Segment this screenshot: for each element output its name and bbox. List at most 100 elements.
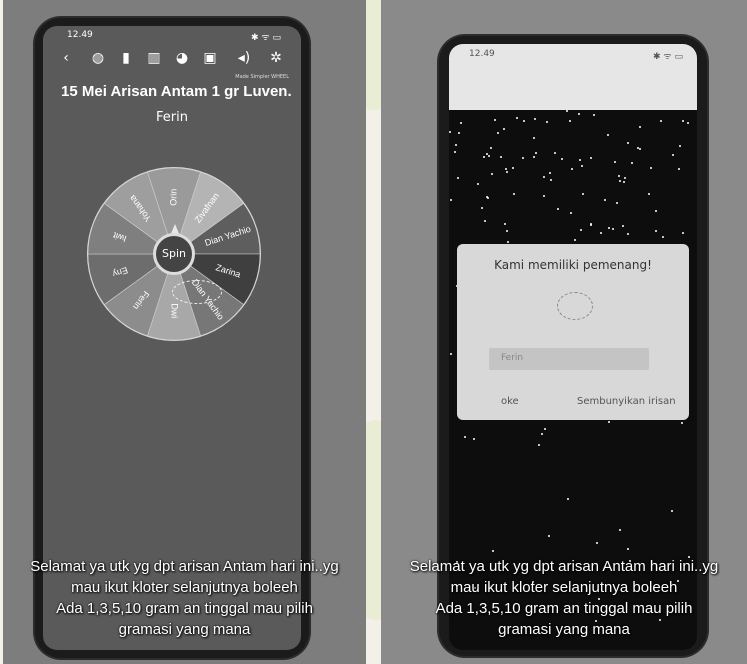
confetti-dot [681, 232, 684, 235]
confetti-dot [574, 238, 577, 241]
ok-button[interactable]: oke [501, 396, 519, 407]
confetti-dot [631, 162, 634, 165]
confetti-dot [589, 156, 592, 159]
confetti-dot [616, 201, 619, 204]
confetti-dot [672, 153, 675, 156]
confetti-dot [454, 144, 457, 147]
wheel-segment-label: Dwi [170, 303, 180, 318]
confetti-dot [593, 113, 596, 116]
confetti-dot [606, 133, 609, 136]
confetti-dot [596, 541, 599, 544]
confetti-dot [504, 167, 507, 170]
confetti-dot [622, 224, 625, 227]
confetti-dot [661, 235, 664, 238]
dialog-title: Kami memiliki pemenang! [494, 258, 652, 272]
caption-line: Ada 1,3,5,10 gram an tinggal mau pilih [56, 600, 313, 617]
confetti-dot [611, 227, 614, 230]
confetti-dot [513, 193, 516, 196]
confetti-dot [497, 131, 500, 134]
caption-line: Ada 1,3,5,10 gram an tinggal mau pilih [435, 600, 693, 617]
winner-logo [557, 292, 593, 320]
confetti-dot [678, 167, 681, 170]
confetti-dot [449, 353, 452, 356]
confetti-dot [613, 161, 616, 164]
confetti-dot [627, 547, 630, 550]
hide-slice-button[interactable]: Sembunyikan irisan [577, 396, 676, 407]
confetti-dot [454, 150, 457, 153]
app-toolbar: ‹ ◍ ▮ ▥ ◕ ▣ ◂) ✲ [43, 46, 301, 70]
status-time: 12.49 [67, 30, 93, 40]
back-icon[interactable]: ‹ [57, 49, 75, 67]
pie-icon[interactable]: ◕ [173, 49, 191, 67]
chart-icon[interactable]: ▥ [145, 49, 163, 67]
status-icons: ✱ ᯤ ▭ [251, 33, 281, 43]
confetti-dot [457, 176, 460, 179]
confetti-dot [581, 164, 584, 167]
confetti-dot [578, 159, 581, 162]
winner-dialog: Kami memiliki pemenang! Ferin oke Sembun… [457, 244, 689, 420]
confetti-dot [648, 192, 651, 195]
trash-icon[interactable]: ▮ [117, 49, 135, 67]
confetti-dot [565, 110, 568, 113]
confetti-dot [626, 233, 629, 236]
volume-icon[interactable]: ◂) [235, 49, 253, 67]
confetti-dot [502, 127, 505, 130]
confetti-dot [542, 194, 545, 197]
confetti-dot [493, 118, 496, 121]
confetti-dot [533, 137, 536, 140]
confetti-dot [491, 550, 494, 553]
confetti-dot [626, 142, 629, 145]
confetti-dot [686, 121, 689, 124]
caption-left: Selamat ya utk yg dpt arisan Antam hari … [3, 556, 366, 640]
confetti-dot [617, 174, 620, 177]
confetti-dot [506, 230, 509, 233]
globe-icon[interactable]: ◍ [89, 49, 107, 67]
confetti-dot [534, 152, 537, 155]
image-icon[interactable]: ▣ [201, 49, 219, 67]
confetti-dot [482, 156, 485, 159]
confetti-dot [561, 157, 564, 160]
confetti-dot [449, 131, 452, 134]
top-bar: 12.49 ✱ ᯤ ▭ [449, 44, 697, 110]
confetti-dot [639, 126, 642, 129]
confetti-dot [623, 177, 626, 180]
confetti-dot [568, 119, 571, 122]
confetti-dot [577, 112, 580, 115]
confetti-dot [489, 146, 492, 149]
small-note: Made Simpler WHEEL [235, 74, 289, 80]
confetti-dot [567, 498, 570, 501]
confetti-dot [557, 208, 560, 211]
confetti-dot [604, 198, 607, 201]
spin-button[interactable]: Spin [153, 233, 195, 275]
confetti-dot [619, 179, 622, 182]
confetti-dot [472, 438, 475, 441]
confetti-dot [457, 131, 460, 134]
confetti-dot [599, 231, 602, 234]
wheel-logo [172, 280, 222, 304]
caption-line: mau ikut kloter selanjutnya boleeh [450, 579, 678, 596]
confetti-dot [480, 206, 483, 209]
confetti-dot [670, 509, 673, 512]
confetti-dot [541, 433, 544, 436]
confetti-dot [486, 197, 489, 200]
winner-name-field[interactable]: Ferin [489, 348, 649, 370]
confetti-dot [554, 152, 557, 155]
confetti-dot [485, 195, 488, 198]
confetti-dot [680, 421, 683, 424]
caption-line: gramasi yang mana [498, 621, 630, 638]
confetti-dot [460, 121, 463, 124]
confetti-dot [545, 121, 548, 124]
confetti-dot [548, 172, 551, 175]
confetti-dot [682, 119, 685, 122]
confetti-dot [550, 178, 553, 181]
gear-icon[interactable]: ✲ [267, 49, 285, 67]
confetti-dot [534, 118, 537, 121]
wheel[interactable]: Orin Zivafnan Dian Yachio Zarina Dian Yachio… [86, 166, 262, 342]
confetti-dot [516, 116, 519, 119]
confetti-dot [678, 144, 681, 147]
winner-name: Ferin [156, 110, 188, 125]
confetti-dot [655, 209, 657, 212]
confetti-dot [522, 156, 525, 159]
photo-left: 12.49 ✱ ᯤ ▭ ‹ ◍ ▮ ▥ ◕ ▣ ◂) ✲ Made Simple… [3, 0, 366, 664]
caption-line: mau ikut kloter selanjutnya boleeh [71, 579, 298, 596]
